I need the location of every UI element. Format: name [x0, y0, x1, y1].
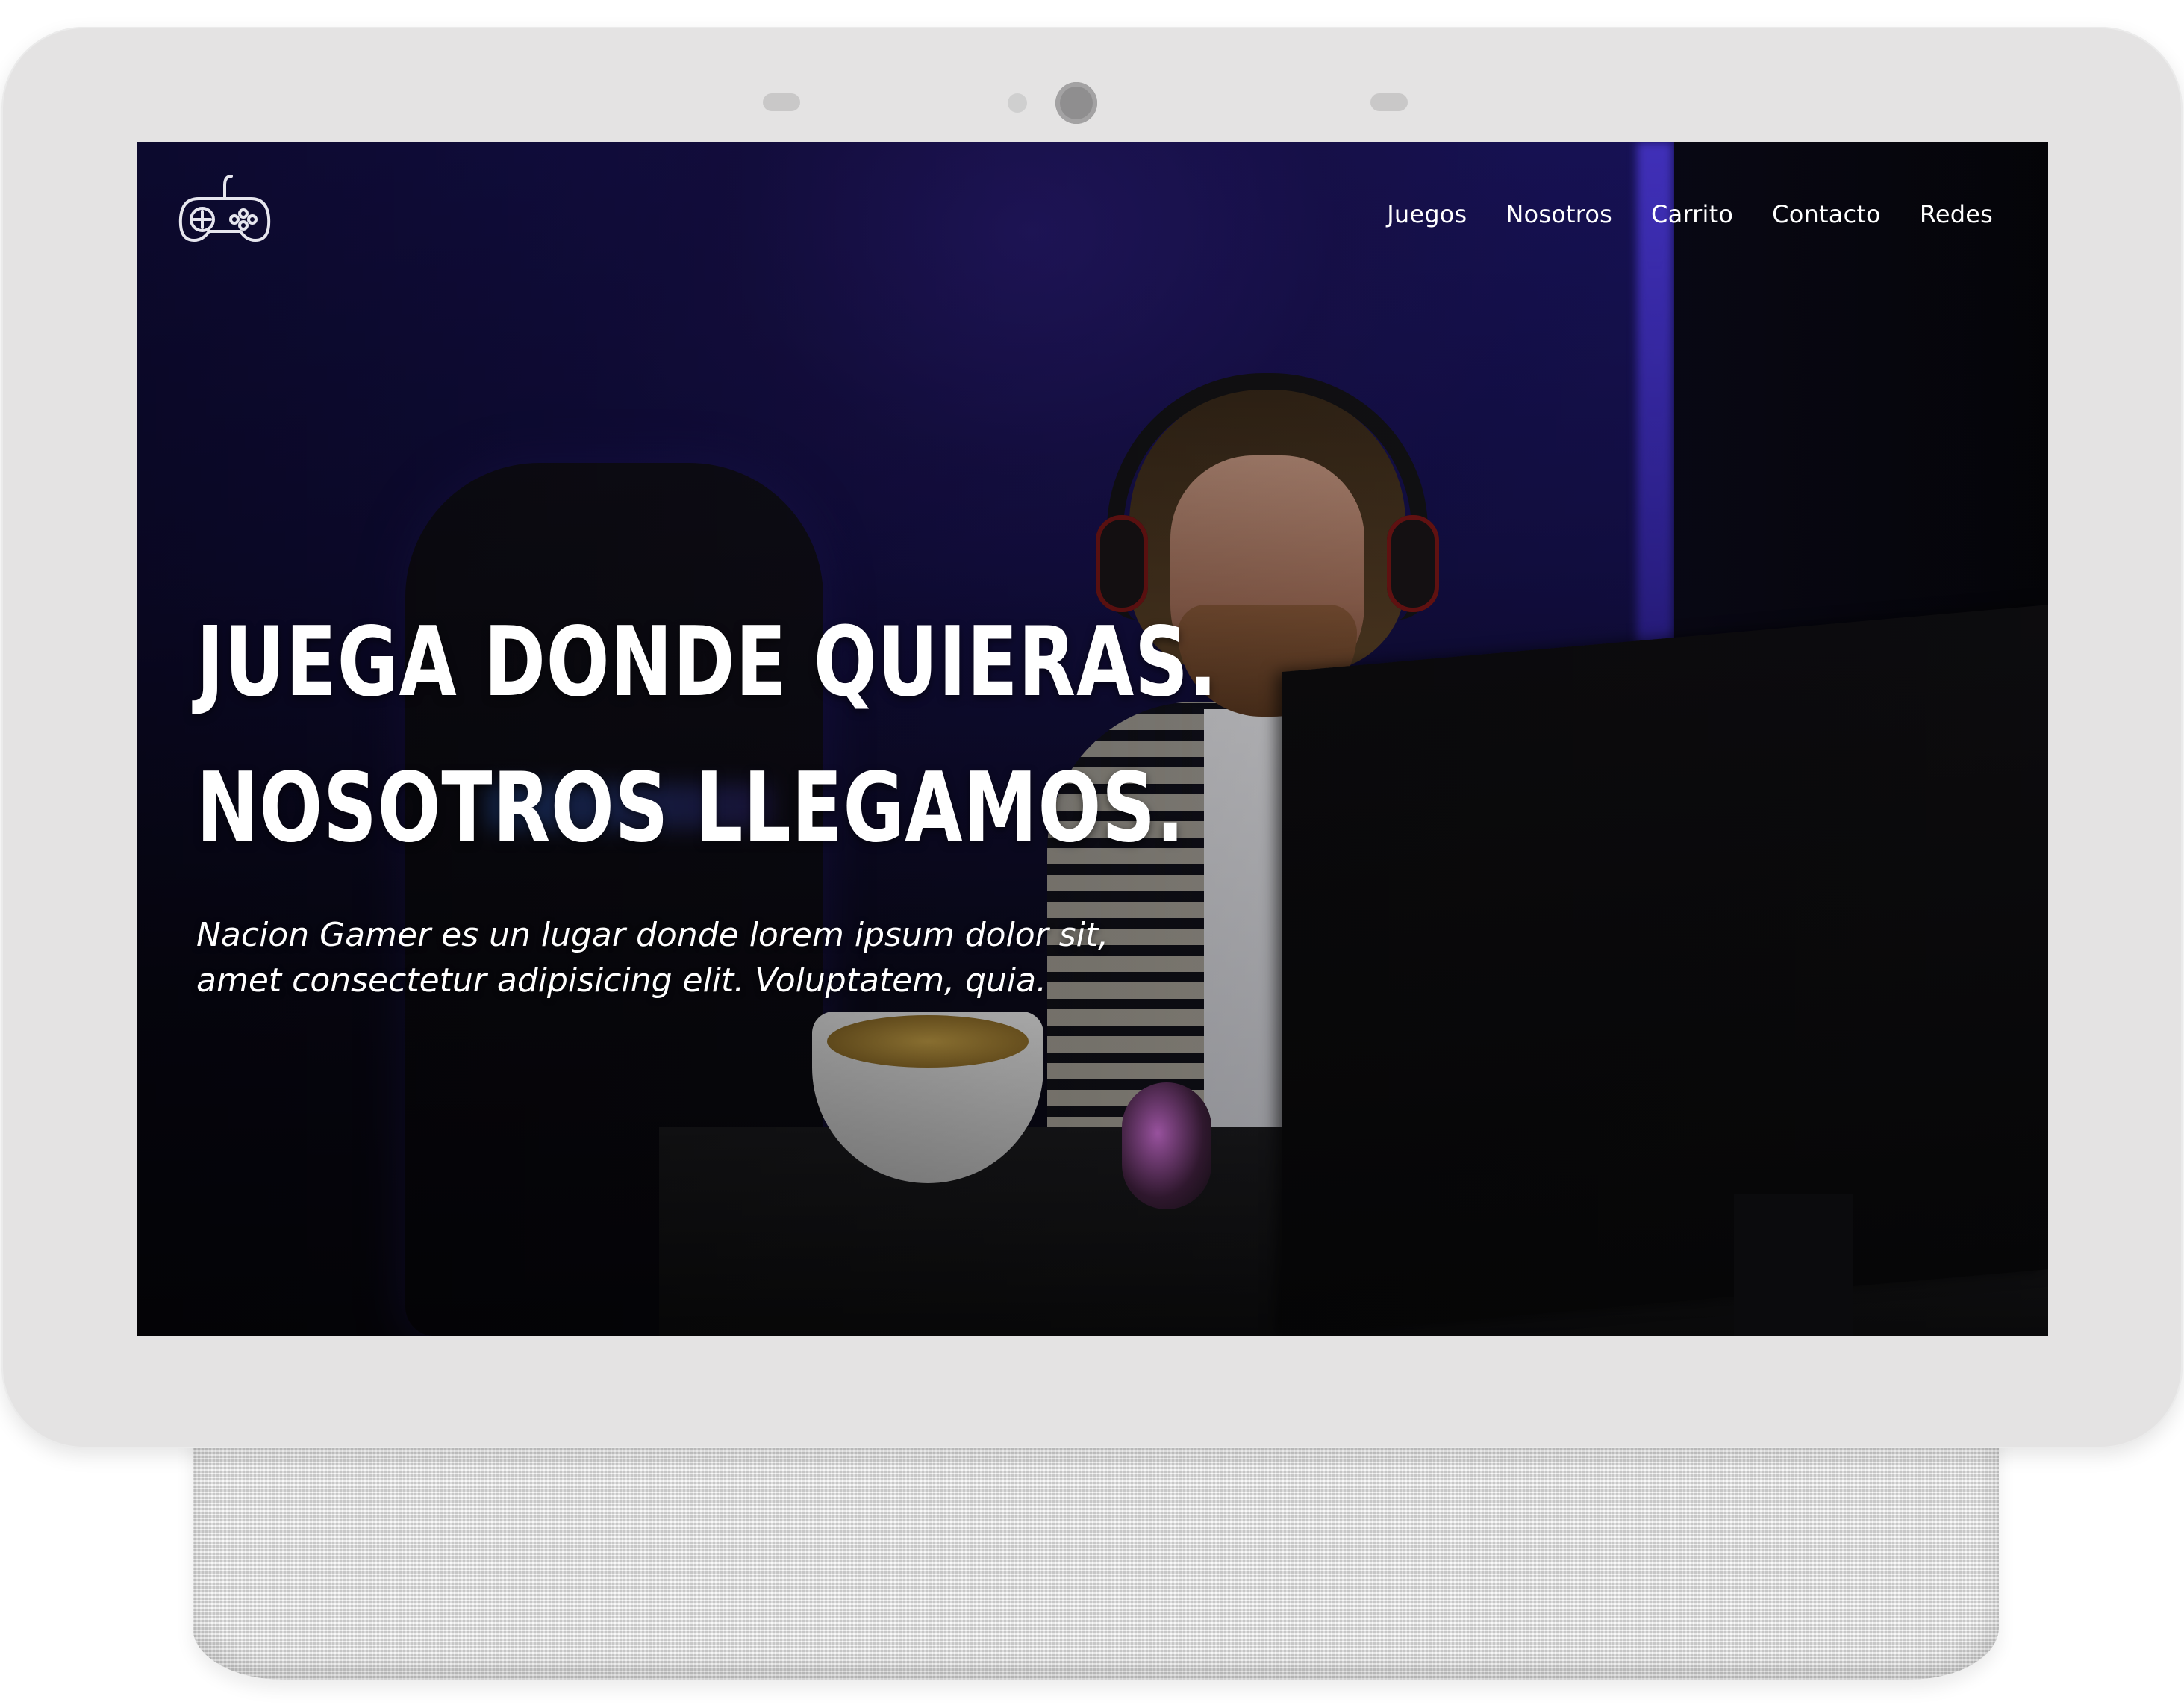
light-sensor — [1008, 93, 1027, 113]
device-screen: Juegos Nosotros Carrito Contacto Redes J… — [137, 142, 2048, 1336]
nav-link-contacto[interactable]: Contacto — [1772, 200, 1881, 228]
nav-link-juegos[interactable]: Juegos — [1387, 200, 1467, 228]
gamepad-icon[interactable] — [178, 172, 272, 246]
hero-subtitle: Nacion Gamer es un lugar donde lorem ips… — [196, 916, 1109, 1000]
nav-link-redes[interactable]: Redes — [1920, 200, 1993, 228]
hero-section: JUEGA DONDE QUIERAS. NOSOTROS LLEGAMOS. … — [196, 590, 1316, 1003]
microphone-right — [1370, 93, 1408, 111]
hero-title: JUEGA DONDE QUIERAS. NOSOTROS LLEGAMOS. — [196, 590, 1218, 881]
nav-link-carrito[interactable]: Carrito — [1651, 200, 1733, 228]
smart-display-device: Juegos Nosotros Carrito Contacto Redes J… — [0, 0, 2184, 1708]
camera-lens — [1055, 82, 1097, 124]
hero-title-line-2: NOSOTROS LLEGAMOS. — [196, 752, 1185, 864]
top-navbar: Juegos Nosotros Carrito Contacto Redes — [137, 142, 2048, 291]
hero-title-line-1: JUEGA DONDE QUIERAS. — [196, 607, 1218, 718]
nav-links: Juegos Nosotros Carrito Contacto Redes — [1387, 200, 1993, 228]
speaker-base — [193, 1415, 1999, 1680]
nav-link-nosotros[interactable]: Nosotros — [1506, 200, 1612, 228]
microphone-left — [763, 93, 800, 111]
